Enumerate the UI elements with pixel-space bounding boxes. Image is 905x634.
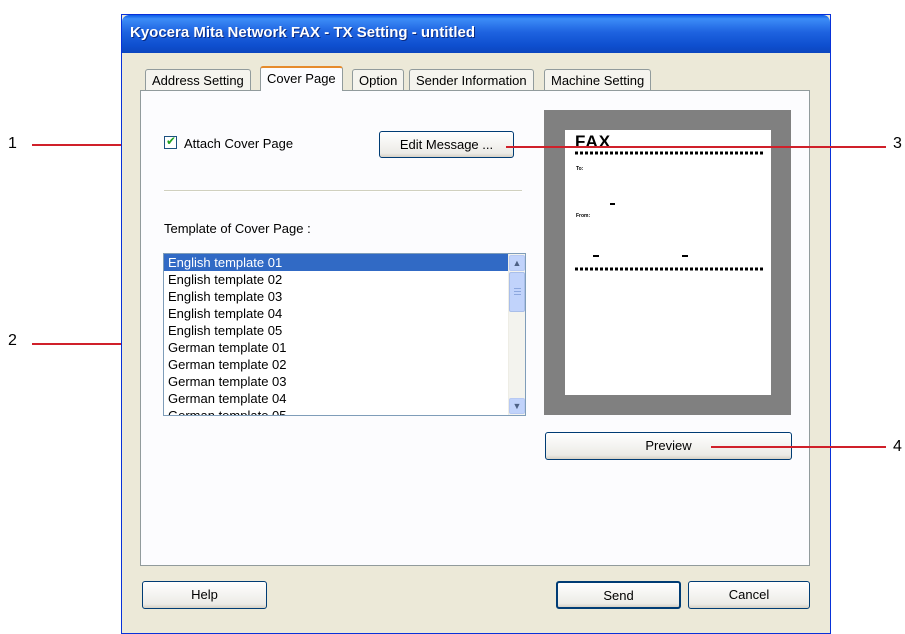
preview-mark — [610, 203, 615, 205]
list-item[interactable]: English template 01 — [164, 254, 525, 271]
callout-line-3 — [506, 146, 886, 148]
edit-message-button[interactable]: Edit Message ... — [379, 131, 514, 158]
list-item[interactable]: German template 01 — [164, 339, 525, 356]
list-item[interactable]: English template 02 — [164, 271, 525, 288]
title-bar[interactable]: Kyocera Mita Network FAX - TX Setting - … — [122, 15, 830, 53]
callout-4: 4 — [893, 438, 902, 455]
scroll-thumb[interactable] — [509, 272, 525, 312]
callout-2: 2 — [8, 332, 17, 349]
tab-option[interactable]: Option — [352, 69, 405, 91]
cancel-button-label: Cancel — [728, 587, 770, 602]
tab-cover-page[interactable]: Cover Page — [260, 66, 343, 91]
edit-message-label: Edit Message ... — [399, 137, 494, 152]
preview-to-label: To: — [576, 166, 584, 172]
help-button-label: Help — [191, 587, 218, 602]
cancel-button[interactable]: Cancel — [688, 581, 810, 609]
template-scrollbar[interactable]: ▲ ▼ — [508, 254, 525, 415]
template-listbox[interactable]: English template 01 English template 02 … — [163, 253, 526, 416]
preview-dotted-line-top — [575, 151, 763, 155]
callout-3: 3 — [893, 135, 902, 152]
tab-machine-setting[interactable]: Machine Setting — [544, 69, 652, 91]
preview-from-label: From: — [576, 213, 591, 219]
callout-line-4 — [711, 446, 886, 448]
scroll-down-icon[interactable]: ▼ — [509, 398, 525, 414]
list-item[interactable]: German template 02 — [164, 356, 525, 373]
preview-dotted-line-bottom — [575, 267, 763, 271]
separator — [164, 190, 522, 192]
checkmark-icon: ✔ — [166, 134, 177, 148]
attach-cover-page-checkbox[interactable]: ✔ — [164, 134, 177, 149]
callout-1: 1 — [8, 135, 17, 152]
preview-mark — [682, 255, 688, 257]
send-button[interactable]: Send — [556, 581, 681, 609]
tab-sender-information[interactable]: Sender Information — [409, 69, 534, 91]
preview-button-label: Preview — [645, 438, 692, 453]
list-item[interactable]: English template 05 — [164, 322, 525, 339]
send-button-label: Send — [603, 588, 634, 603]
cover-page-preview: FAX To: From: — [544, 110, 791, 415]
attach-cover-page-label[interactable]: Attach Cover Page — [184, 136, 293, 151]
preview-mark — [593, 255, 599, 257]
list-item[interactable]: German template 03 — [164, 373, 525, 390]
preview-heading: FAX — [575, 132, 612, 151]
tab-address-setting[interactable]: Address Setting — [145, 69, 251, 91]
list-item[interactable]: English template 04 — [164, 305, 525, 322]
window-title: Kyocera Mita Network FAX - TX Setting - … — [130, 24, 476, 41]
template-label: Template of Cover Page : — [164, 221, 311, 236]
preview-page: FAX To: From: — [565, 130, 771, 395]
list-item[interactable]: German template 04 — [164, 390, 525, 407]
help-button[interactable]: Help — [142, 581, 267, 609]
list-item[interactable]: English template 03 — [164, 288, 525, 305]
scroll-up-icon[interactable]: ▲ — [509, 255, 525, 271]
list-item[interactable]: German template 05 — [164, 407, 525, 415]
